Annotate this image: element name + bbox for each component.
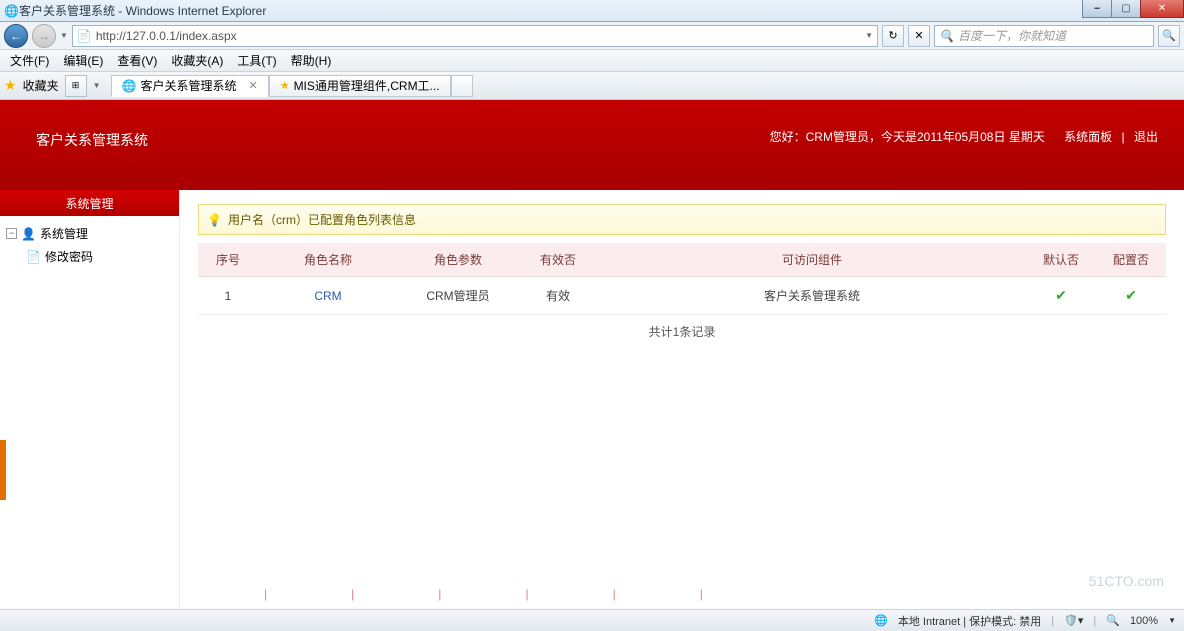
table-header-row: 序号 角色名称 角色参数 有效否 可访问组件 默认否 配置否: [198, 243, 1166, 277]
tree-item-label: 修改密码: [45, 248, 93, 265]
tree-item-changepwd[interactable]: 📄 修改密码: [0, 245, 179, 268]
favorites-star-icon[interactable]: ★: [4, 77, 17, 94]
greeting-prefix: 您好：: [770, 130, 806, 144]
menu-favorites[interactable]: 收藏夹(A): [165, 50, 229, 71]
quick-tabs-button[interactable]: ⊞: [65, 75, 87, 97]
search-box[interactable]: 🔍 百度一下，你就知道: [934, 25, 1154, 47]
tab-favicon-icon: 🌐: [122, 79, 137, 93]
search-provider-icon: 🔍: [939, 29, 954, 43]
cell-valid: 有效: [518, 277, 598, 315]
favorites-label[interactable]: 收藏夹: [23, 77, 59, 94]
app-header: 客户关系管理系统 您好：CRM管理员，今天是2011年05月08日 星期天 系统…: [0, 100, 1184, 190]
sidebar-accent: [0, 440, 6, 500]
th-role: 角色名称: [258, 243, 398, 277]
menu-edit[interactable]: 编辑(E): [57, 50, 109, 71]
content-area: 💡 用户名（crm）已配置角色列表信息 序号 角色名称 角色参数 有效否 可访问…: [180, 190, 1184, 609]
cell-default: ✔: [1026, 277, 1096, 315]
check-icon: ✔: [1125, 287, 1137, 303]
link-logout[interactable]: 退出: [1134, 130, 1158, 144]
greeting-date: ，今天是2011年05月08日 星期天: [869, 130, 1045, 144]
tree-root-label: 系统管理: [40, 225, 88, 242]
search-button[interactable]: 🔍: [1158, 25, 1180, 47]
sidebar: 系统管理 − 👤 系统管理 📄 修改密码: [0, 190, 180, 609]
greeting-user: CRM管理员: [806, 130, 869, 144]
th-comp: 可访问组件: [598, 243, 1026, 277]
th-param: 角色参数: [398, 243, 518, 277]
app-title: 客户关系管理系统: [36, 130, 148, 150]
back-button[interactable]: ←: [4, 24, 28, 48]
url-text: http://127.0.0.1/index.aspx: [96, 29, 237, 43]
browser-status-bar: 🌐 本地 Intranet | 保护模式: 禁用 | 🛡️▾ | 🔍 100% …: [0, 609, 1184, 631]
app-viewport: 客户关系管理系统 您好：CRM管理员，今天是2011年05月08日 星期天 系统…: [0, 100, 1184, 609]
document-icon: 📄: [26, 250, 41, 264]
browser-nav-row: ← → ▼ 📄 http://127.0.0.1/index.aspx ▼ ↻ …: [0, 22, 1184, 50]
cell-no: 1: [198, 277, 258, 315]
window-minimize-button[interactable]: [1082, 0, 1112, 18]
th-no: 序号: [198, 243, 258, 277]
favorites-row: ★ 收藏夹 ⊞ ▼ 🌐 客户关系管理系统 ✕ ★ MIS通用管理组件,CRM工.…: [0, 72, 1184, 100]
refresh-button[interactable]: ↻: [882, 25, 904, 47]
sidebar-tree: − 👤 系统管理 📄 修改密码: [0, 216, 179, 274]
sidebar-header: 系统管理: [0, 190, 179, 216]
check-icon: ✔: [1055, 287, 1067, 303]
tab-favicon-star-icon: ★: [280, 79, 290, 92]
address-dropdown-icon[interactable]: ▼: [865, 31, 873, 40]
browser-tab-active[interactable]: 🌐 客户关系管理系统 ✕: [111, 75, 269, 97]
search-placeholder: 百度一下，你就知道: [958, 27, 1066, 44]
th-default: 默认否: [1026, 243, 1096, 277]
tab-close-icon[interactable]: ✕: [248, 79, 257, 92]
cell-role: CRM: [258, 277, 398, 315]
menu-help[interactable]: 帮助(H): [285, 50, 338, 71]
tab-strip: 🌐 客户关系管理系统 ✕ ★ MIS通用管理组件,CRM工...: [111, 75, 473, 97]
notice-banner: 💡 用户名（crm）已配置角色列表信息: [198, 204, 1166, 235]
stop-button[interactable]: ✕: [908, 25, 930, 47]
zoom-value: 100%: [1130, 615, 1158, 627]
tree-collapse-icon[interactable]: −: [6, 228, 17, 239]
link-system-panel[interactable]: 系统面板: [1064, 130, 1112, 144]
window-close-button[interactable]: [1140, 0, 1184, 18]
menu-view[interactable]: 查看(V): [111, 50, 163, 71]
role-table: 序号 角色名称 角色参数 有效否 可访问组件 默认否 配置否 1 CRM CRM…: [198, 243, 1166, 315]
tab-label: MIS通用管理组件,CRM工...: [294, 77, 440, 94]
tab-label: 客户关系管理系统: [140, 77, 236, 94]
folder-icon: 👤: [21, 227, 36, 241]
th-valid: 有效否: [518, 243, 598, 277]
notice-text: 用户名（crm）已配置角色列表信息: [228, 211, 416, 228]
browser-tab[interactable]: ★ MIS通用管理组件,CRM工...: [269, 75, 451, 97]
role-link[interactable]: CRM: [314, 289, 341, 303]
tree-root[interactable]: − 👤 系统管理: [0, 222, 179, 245]
zoom-dropdown-icon[interactable]: ▼: [1168, 616, 1176, 625]
ie-icon: 🌐: [4, 4, 19, 18]
new-tab-button[interactable]: [451, 75, 473, 97]
zoom-icon[interactable]: 🔍: [1106, 614, 1120, 627]
protected-mode-icon[interactable]: 🛡️▾: [1064, 614, 1083, 627]
greeting-bar: 您好：CRM管理员，今天是2011年05月08日 星期天 系统面板 | 退出: [770, 128, 1164, 145]
lightbulb-icon: 💡: [207, 213, 222, 227]
table-row[interactable]: 1 CRM CRM管理员 有效 客户关系管理系统 ✔ ✔: [198, 277, 1166, 315]
window-maximize-button[interactable]: [1111, 0, 1141, 18]
quick-tabs-dropdown-icon[interactable]: ▼: [93, 81, 101, 90]
window-title: 客户关系管理系统 - Windows Internet Explorer: [19, 2, 266, 19]
address-bar[interactable]: 📄 http://127.0.0.1/index.aspx ▼: [72, 25, 878, 47]
forward-button[interactable]: →: [32, 24, 56, 48]
window-titlebar: 🌐 客户关系管理系统 - Windows Internet Explorer: [0, 0, 1184, 22]
menu-file[interactable]: 文件(F): [4, 50, 55, 71]
page-icon: 📄: [77, 29, 92, 43]
app-body: 系统管理 − 👤 系统管理 📄 修改密码 💡 用户名（crm）已配置角色列表信息: [0, 190, 1184, 609]
menu-tools[interactable]: 工具(T): [231, 50, 282, 71]
th-config: 配置否: [1096, 243, 1166, 277]
browser-menu-bar: 文件(F) 编辑(E) 查看(V) 收藏夹(A) 工具(T) 帮助(H): [0, 50, 1184, 72]
cell-config: ✔: [1096, 277, 1166, 315]
cell-param: CRM管理员: [398, 277, 518, 315]
status-zone: 本地 Intranet | 保护模式: 禁用: [898, 613, 1041, 629]
cell-comp: 客户关系管理系统: [598, 277, 1026, 315]
globe-icon: 🌐: [874, 614, 888, 627]
table-pager: 共计1条记录: [198, 315, 1166, 348]
nav-dropdown-icon[interactable]: ▼: [60, 31, 68, 40]
